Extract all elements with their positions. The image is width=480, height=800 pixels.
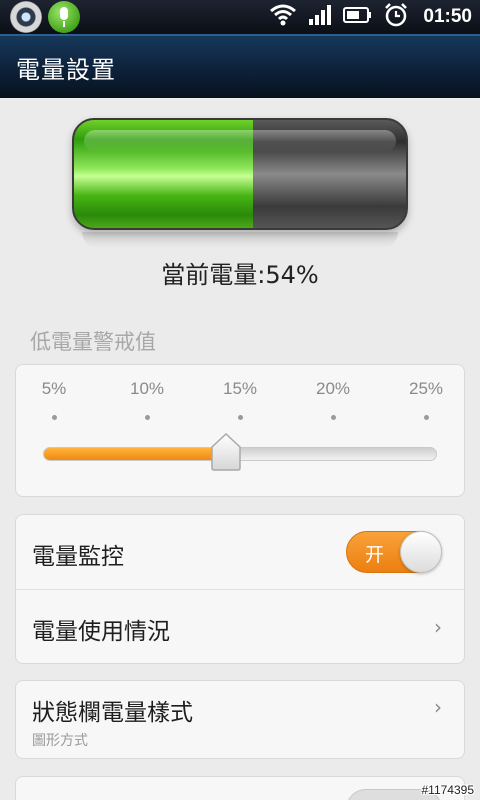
partial-setting-card[interactable]	[15, 776, 465, 800]
current-battery-label: 當前電量:54%	[161, 261, 319, 289]
threshold-tick-label[interactable]: 5%	[24, 379, 84, 399]
battery-body	[72, 118, 408, 230]
battery-monitor-card: 電量監控 开 電量使用情況 ›	[15, 514, 465, 664]
threshold-slider-thumb[interactable]	[210, 432, 242, 471]
status-bar-style-value: 圖形方式	[32, 733, 88, 749]
toggle-knob	[400, 531, 442, 573]
battery-usage-label: 電量使用情況	[32, 619, 170, 645]
battery-monitor-row[interactable]: 電量監控 开	[16, 515, 464, 589]
status-bar-style-label: 狀態欄電量樣式	[32, 700, 193, 726]
threshold-tick-label[interactable]: 10%	[117, 379, 177, 399]
battery-monitor-toggle[interactable]: 开	[346, 531, 442, 573]
chevron-right-icon: ›	[434, 615, 442, 639]
wifi-icon	[269, 3, 297, 31]
threshold-tick-dot	[52, 415, 57, 420]
chevron-right-icon: ›	[434, 695, 442, 719]
threshold-tick-dot	[331, 415, 336, 420]
toggle-on-text: 开	[365, 544, 385, 566]
title-bar: 電量設置	[0, 34, 480, 98]
signal-icon	[307, 3, 333, 31]
battery-monitor-label: 電量監控	[32, 544, 124, 570]
threshold-slider-fill	[44, 448, 227, 460]
threshold-tick-dot	[424, 415, 429, 420]
status-bar-style-card[interactable]: 狀態欄電量樣式 圖形方式 ›	[15, 680, 465, 759]
threshold-tick-label[interactable]: 20%	[303, 379, 363, 399]
voice-mic-icon[interactable]	[48, 1, 80, 33]
page-title: 電量設置	[16, 56, 116, 84]
status-icons: 01:50	[269, 0, 472, 34]
battery-gloss	[84, 130, 396, 152]
low-battery-section-label: 低電量警戒值	[30, 330, 156, 354]
low-battery-threshold-card: 5% 10% 15% 20% 25%	[15, 364, 465, 497]
threshold-tick-label[interactable]: 15%	[210, 379, 270, 399]
threshold-tick-label[interactable]: 25%	[396, 379, 456, 399]
status-bar: 01:50	[0, 0, 480, 34]
threshold-tick-dot	[238, 415, 243, 420]
threshold-tick-dot	[145, 415, 150, 420]
battery-graphic	[72, 118, 412, 248]
camera-app-icon[interactable]	[10, 1, 42, 33]
battery-reflection	[82, 232, 398, 248]
alarm-icon	[383, 2, 409, 32]
battery-usage-row[interactable]: 電量使用情況 ›	[16, 590, 464, 665]
battery-icon	[343, 5, 373, 29]
watermark: #1174395	[421, 783, 475, 797]
clock-time: 01:50	[423, 6, 472, 27]
